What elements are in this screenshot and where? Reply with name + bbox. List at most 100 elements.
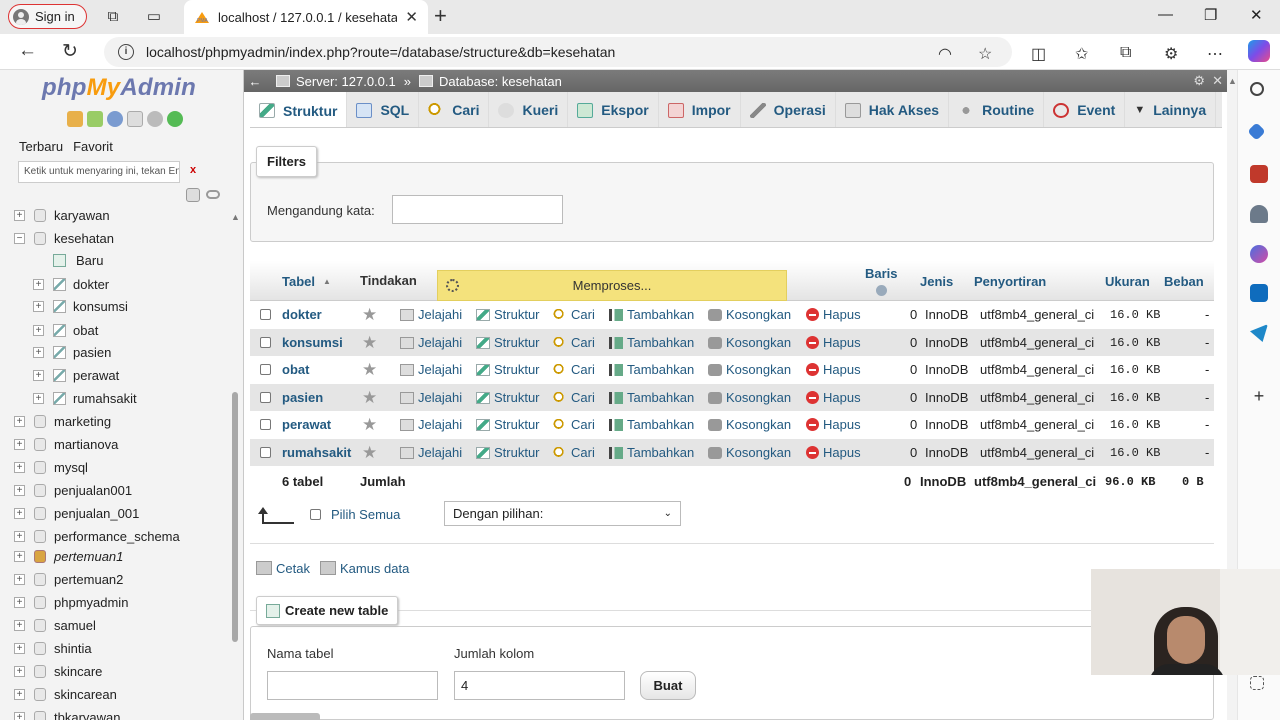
action-kosongkan[interactable]: Kosongkan: [708, 411, 791, 438]
action-jelajahi[interactable]: Jelajahi: [400, 329, 462, 356]
action-tambahkan[interactable]: Tambahkan: [609, 411, 694, 438]
check-all-label[interactable]: Pilih Semua: [331, 507, 400, 522]
shopping-tag-icon[interactable]: [1247, 122, 1266, 141]
tree-db-tbkaryawan[interactable]: + tbkaryawan: [14, 706, 120, 720]
expand-icon[interactable]: +: [33, 300, 44, 312]
action-hapus[interactable]: Hapus: [806, 301, 861, 328]
scroll-up-icon[interactable]: ▲: [1228, 76, 1237, 86]
outlook-icon[interactable]: [1250, 284, 1268, 302]
tree-db-penjualan001[interactable]: + penjualan001: [14, 479, 132, 501]
expand-icon[interactable]: +: [14, 665, 25, 677]
header-baris[interactable]: Baris: [865, 261, 898, 301]
action-cari[interactable]: Cari: [553, 329, 595, 356]
favorite-star-icon[interactable]: ★: [362, 384, 377, 411]
nav-tab-recent[interactable]: Terbaru: [14, 136, 68, 157]
tree-db-mysql[interactable]: + mysql: [14, 456, 88, 478]
more-menu-icon[interactable]: ⋯: [1207, 44, 1223, 64]
read-aloud-icon[interactable]: ◠: [938, 44, 952, 64]
close-top-icon[interactable]: ✕: [1212, 73, 1223, 89]
settings-gear-icon[interactable]: [147, 111, 163, 127]
action-jelajahi[interactable]: Jelajahi: [400, 356, 462, 383]
logout-icon[interactable]: [87, 111, 103, 127]
row-checkbox-cell[interactable]: [260, 356, 271, 383]
data-dictionary-link[interactable]: Kamus data: [319, 561, 409, 576]
tab-struktur[interactable]: Struktur: [250, 92, 348, 127]
tree-db-penjualan_001[interactable]: + penjualan_001: [14, 502, 139, 524]
tree-db-skincarean[interactable]: + skincarean: [14, 683, 117, 705]
tab-kueri[interactable]: Kueri: [489, 92, 569, 127]
action-struktur[interactable]: Struktur: [476, 439, 540, 466]
filter-input[interactable]: [392, 195, 563, 224]
action-jelajahi[interactable]: Jelajahi: [400, 301, 462, 328]
tree-db-marketing[interactable]: + marketing: [14, 410, 111, 432]
action-cari[interactable]: Cari: [553, 356, 595, 383]
row-checkbox-cell[interactable]: [260, 384, 271, 411]
workspaces-icon[interactable]: ⧉: [104, 8, 122, 26]
with-selected-dropdown[interactable]: Dengan pilihan: ⌄: [444, 501, 681, 526]
action-kosongkan[interactable]: Kosongkan: [708, 329, 791, 356]
tree-table-perawat[interactable]: + perawat: [33, 364, 119, 386]
tree-db-performance_schema[interactable]: + performance_schema: [14, 525, 180, 547]
action-hapus[interactable]: Hapus: [806, 329, 861, 356]
favorite-star-icon[interactable]: ☆: [978, 44, 992, 64]
check-all[interactable]: Pilih Semua: [310, 507, 400, 522]
expand-icon[interactable]: +: [14, 550, 25, 562]
expand-icon[interactable]: +: [14, 461, 25, 473]
row-checkbox[interactable]: [260, 337, 271, 348]
tree-db-samuel[interactable]: + samuel: [14, 614, 96, 636]
minimize-icon[interactable]: —: [1158, 6, 1173, 23]
favorite-star-icon[interactable]: ★: [362, 301, 377, 328]
action-tambahkan[interactable]: Tambahkan: [609, 384, 694, 411]
column-count-input[interactable]: 4: [454, 671, 625, 700]
collapse-nav-icon[interactable]: ←: [244, 74, 266, 89]
table-name-input[interactable]: [267, 671, 438, 700]
action-hapus[interactable]: Hapus: [806, 411, 861, 438]
action-struktur[interactable]: Struktur: [476, 301, 540, 328]
breadcrumb-database[interactable]: Database: kesehatan: [418, 74, 562, 89]
action-cari[interactable]: Cari: [553, 384, 595, 411]
action-struktur[interactable]: Struktur: [476, 356, 540, 383]
address-bar[interactable]: i localhost/phpmyadmin/index.php?route=/…: [104, 37, 1012, 67]
row-checkbox[interactable]: [260, 364, 271, 375]
tree-db-shintia[interactable]: + shintia: [14, 637, 92, 659]
expand-icon[interactable]: +: [14, 530, 25, 542]
create-button[interactable]: Buat: [640, 671, 696, 700]
table-name-link[interactable]: perawat: [282, 411, 331, 438]
row-checkbox-cell[interactable]: [260, 329, 271, 356]
copilot-sidebar-icon[interactable]: [1250, 245, 1268, 263]
table-name-link[interactable]: konsumsi: [282, 329, 343, 356]
tree-db-pertemuan1[interactable]: + pertemuan1: [14, 545, 123, 567]
action-cari[interactable]: Cari: [553, 411, 595, 438]
tab-actions-icon[interactable]: ▭: [145, 8, 163, 26]
tree-table-konsumsi[interactable]: + konsumsi: [33, 295, 128, 317]
header-ukuran[interactable]: Ukuran: [1105, 261, 1150, 301]
reload-icon[interactable]: [167, 111, 183, 127]
split-screen-icon[interactable]: ◫: [1031, 44, 1046, 64]
action-cari[interactable]: Cari: [553, 439, 595, 466]
action-struktur[interactable]: Struktur: [476, 329, 540, 356]
action-jelajahi[interactable]: Jelajahi: [400, 384, 462, 411]
header-tabel[interactable]: Tabel ▲: [282, 261, 331, 301]
signin-button[interactable]: Sign in: [8, 4, 87, 29]
tools-icon[interactable]: [1250, 165, 1268, 183]
new-tab-icon[interactable]: +: [434, 5, 447, 27]
action-hapus[interactable]: Hapus: [806, 439, 861, 466]
expand-icon[interactable]: +: [14, 415, 25, 427]
tab-impor[interactable]: Impor: [659, 92, 741, 127]
tree-db-karyawan[interactable]: + karyawan: [14, 204, 110, 226]
restore-icon[interactable]: ❐: [1204, 6, 1217, 24]
help-icon[interactable]: [107, 111, 123, 127]
tab-sql[interactable]: SQL: [347, 92, 420, 127]
page-settings-icon[interactable]: ⚙: [1193, 73, 1205, 89]
tab-cari[interactable]: Cari: [419, 92, 490, 127]
collections-icon[interactable]: ⧉: [1120, 44, 1131, 62]
copilot-icon[interactable]: [1248, 40, 1270, 62]
scroll-up-icon[interactable]: ▲: [231, 212, 240, 222]
tree-table-pasien[interactable]: + pasien: [33, 341, 111, 363]
tree-db-pertemuan2[interactable]: + pertemuan2: [14, 568, 123, 590]
row-checkbox[interactable]: [260, 392, 271, 403]
expand-icon[interactable]: +: [14, 619, 25, 631]
favorite-star-icon[interactable]: ★: [362, 439, 377, 466]
tab-ekspor[interactable]: Ekspor: [568, 92, 659, 127]
tree-new-table[interactable]: Baru: [53, 249, 103, 271]
